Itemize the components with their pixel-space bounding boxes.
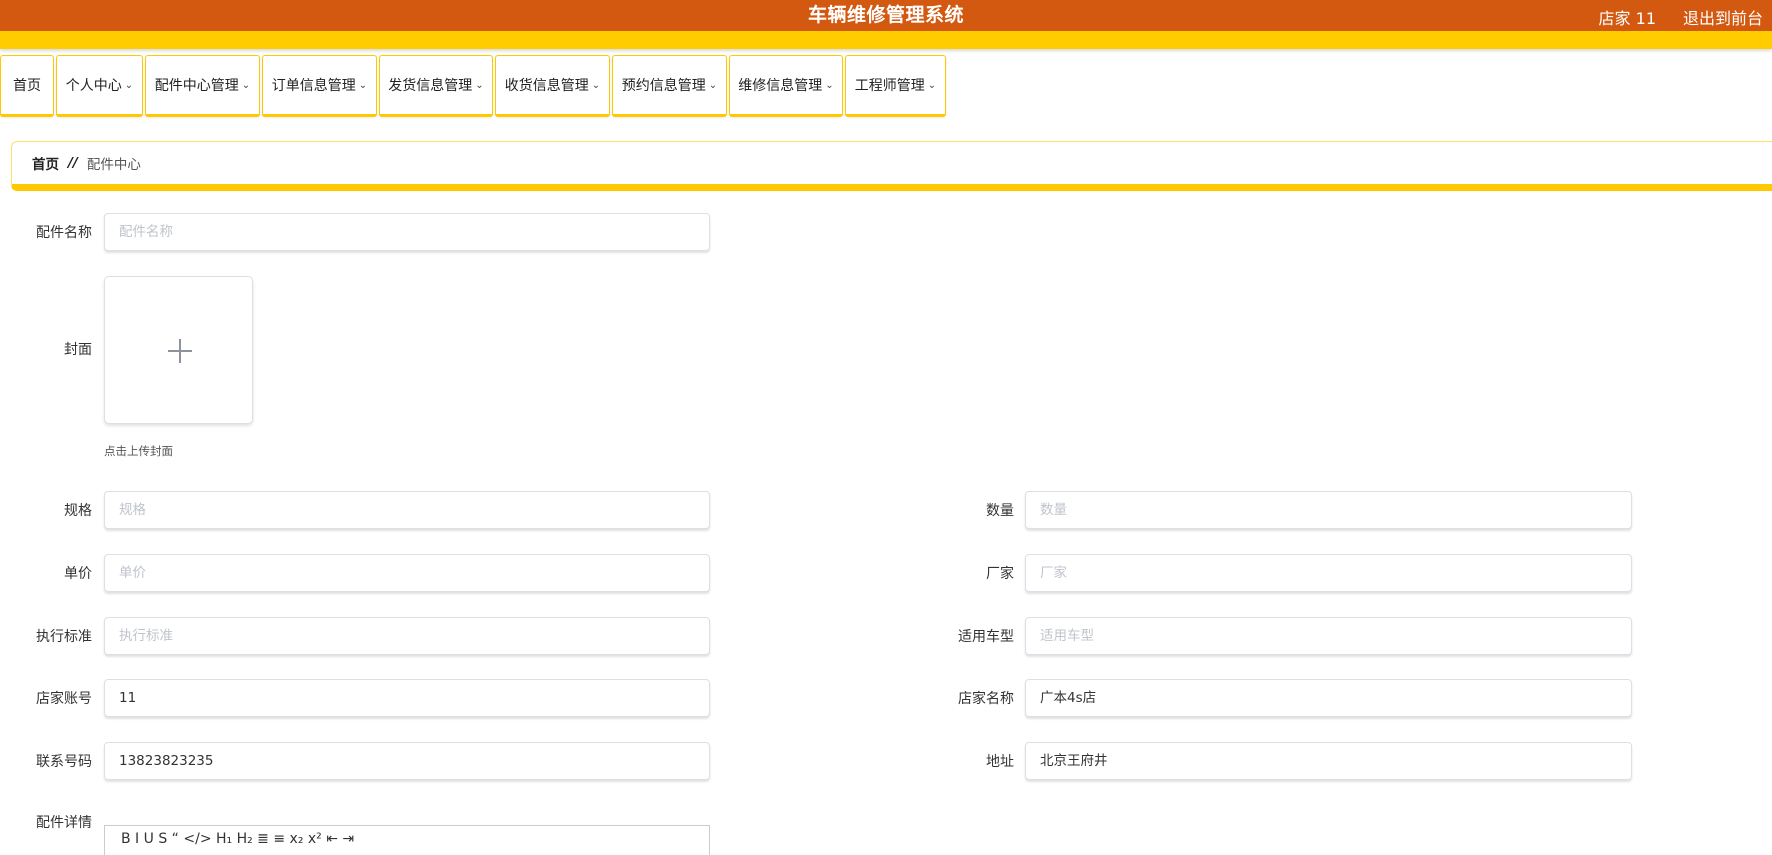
nav-parts-center[interactable]: 配件中心管理 ⌄ [145,55,260,117]
unit-price-label: 单价 [64,566,92,582]
applicable-models-input[interactable]: 适用车型 [1025,617,1632,655]
part-detail-label: 配件详情 [36,815,92,831]
nav-order-info[interactable]: 订单信息管理 ⌄ [262,55,377,117]
phone-label: 联系号码 [36,754,92,770]
plus-icon-vertical [179,339,181,363]
standard-label: 执行标准 [36,629,92,645]
unit-price-input[interactable]: 单价 [104,554,710,592]
address-input[interactable]: 北京王府井 [1025,742,1632,780]
nav-receiving-info[interactable]: 收货信息管理 ⌄ [495,55,610,117]
part-name-label: 配件名称 [36,225,92,241]
phone-input[interactable]: 13823823235 [104,742,710,780]
nav-label: 发货信息管理 [388,78,473,94]
breadcrumb-home[interactable]: 首页 [32,153,59,173]
shop-name-input[interactable]: 广本4s店 [1025,679,1632,717]
address-label: 地址 [986,754,1014,770]
chevron-down-icon: ⌄ [358,79,368,91]
nav-label: 订单信息管理 [271,78,356,94]
breadcrumb: 首页 // 配件中心 [11,141,1772,191]
cover-label: 封面 [64,342,92,358]
shop-account-label: 店家账号 [36,691,92,707]
quantity-input[interactable]: 数量 [1025,491,1632,529]
nav-label: 收货信息管理 [504,78,589,94]
cover-uploader[interactable] [104,276,253,424]
nav-engineer[interactable]: 工程师管理 ⌄ [845,55,946,117]
manufacturer-input[interactable]: 厂家 [1025,554,1632,592]
chevron-down-icon: ⌄ [475,79,484,91]
nav-label: 首页 [13,78,41,94]
shop-name-label: 店家名称 [958,691,1014,707]
chevron-down-icon: ⌄ [927,79,937,91]
rich-text-editor-toolbar[interactable]: B I U S “ </> H₁ H₂ ≣ ≡ x₂ x² ⇤ ⇥ [104,825,710,855]
nav-personal-center[interactable]: 个人中心 ⌄ [56,55,143,117]
chevron-down-icon: ⌄ [708,79,718,91]
breadcrumb-separator: // [68,155,78,171]
nav-label: 配件中心管理 [154,78,239,94]
part-name-input[interactable]: 配件名称 [104,213,710,251]
spec-label: 规格 [64,503,92,519]
breadcrumb-current: 配件中心 [86,157,141,173]
shop-account-input[interactable]: 11 [104,679,710,717]
chevron-down-icon: ⌄ [591,79,601,91]
nav-label: 个人中心 [65,78,122,94]
nav-appointment-info[interactable]: 预约信息管理 ⌄ [612,55,727,117]
applicable-models-label: 适用车型 [958,629,1014,645]
quantity-label: 数量 [986,503,1014,519]
app-title: 车辆维修管理系统 [807,4,964,26]
header-accent-strip [0,31,1772,49]
main-nav: 首页 个人中心 ⌄ 配件中心管理 ⌄ 订单信息管理 ⌄ 发货信息管理 ⌄ 收货信息管理 ⌄… [0,55,948,119]
chevron-down-icon: ⌄ [825,79,834,91]
spec-input[interactable]: 规格 [104,491,710,529]
chevron-down-icon: ⌄ [124,79,134,91]
standard-input[interactable]: 执行标准 [104,617,710,655]
nav-home[interactable]: 首页 [0,55,54,117]
chevron-down-icon: ⌄ [241,79,251,91]
nav-label: 维修信息管理 [738,78,823,94]
nav-label: 预约信息管理 [621,78,706,94]
nav-label: 工程师管理 [854,78,925,94]
cover-upload-hint: 点击上传封面 [104,444,173,458]
top-header: 车辆维修管理系统 店家 11 退出到前台 [0,0,1772,31]
nav-shipping-info[interactable]: 发货信息管理 ⌄ [379,55,493,117]
nav-repair-info[interactable]: 维修信息管理 ⌄ [729,55,843,117]
manufacturer-label: 厂家 [986,566,1014,582]
